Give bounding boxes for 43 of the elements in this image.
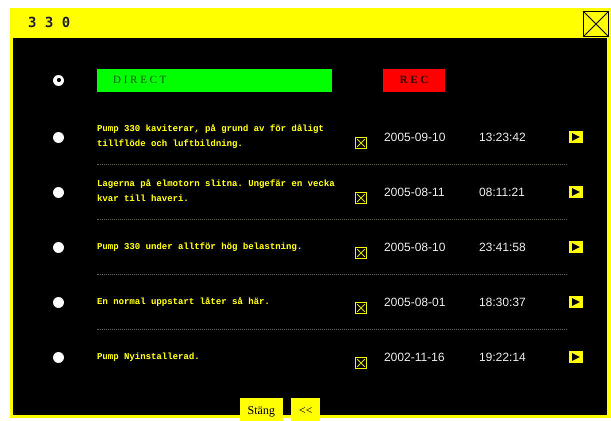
play-icon (572, 298, 580, 306)
rec-button[interactable]: R E C (383, 68, 445, 92)
play-icon (572, 133, 580, 141)
recording-date: 2005-08-10 (384, 239, 446, 256)
recording-time: 13:23:42 (479, 129, 527, 146)
recording-description: Pump 330 kaviterar, på grund av för dåligt tillflöde och luftbildning. (97, 123, 325, 151)
play-icon (572, 353, 580, 361)
delete-box-icon[interactable] (355, 246, 367, 259)
delete-box-icon[interactable] (355, 192, 367, 204)
recording-description: Pump Nyinstallerad. (97, 350, 201, 364)
window-title: 3 3 0 (28, 14, 70, 32)
recording-time: 23:41:58 (479, 239, 527, 256)
play-button[interactable] (569, 241, 583, 253)
delete-box-icon[interactable] (355, 136, 367, 149)
radio-button[interactable] (53, 242, 64, 252)
recording-time: 18:30:37 (479, 294, 527, 311)
play-button[interactable] (569, 186, 583, 198)
play-icon (572, 188, 580, 196)
recording-date: 2005-08-01 (384, 294, 446, 311)
recording-description: En normal uppstart låter så här. (97, 296, 271, 308)
direct-button[interactable]: D I R E C T (97, 68, 332, 92)
footer-button[interactable]: << (290, 398, 320, 421)
recording-time: 08:11:21 (479, 184, 526, 201)
recording-description: Pump 330 under alltför hög belastning. (97, 240, 304, 254)
radio-button[interactable] (53, 352, 64, 362)
play-button[interactable] (569, 351, 583, 363)
recording-date: 2005-08-11 (384, 184, 446, 201)
recording-date: 2005-09-10 (384, 129, 446, 146)
delete-box-icon[interactable] (355, 302, 367, 314)
footer-button[interactable]: Stäng (240, 398, 283, 421)
play-button[interactable] (569, 131, 583, 143)
play-icon (572, 243, 580, 251)
close-icon (584, 12, 608, 36)
recording-description: Lagerna på elmotorn slitna. Ungefär en vecka kvar till haveri. (97, 178, 336, 206)
play-button[interactable] (569, 296, 583, 308)
delete-box-icon[interactable] (355, 356, 367, 369)
radio-button[interactable] (53, 186, 64, 198)
close-button[interactable] (583, 10, 609, 36)
radio-button[interactable] (53, 74, 64, 86)
recording-time: 19:22:14 (479, 349, 527, 366)
radio-button[interactable] (53, 132, 64, 142)
recording-date: 2002-11-16 (384, 349, 446, 366)
radio-button[interactable] (53, 296, 64, 308)
